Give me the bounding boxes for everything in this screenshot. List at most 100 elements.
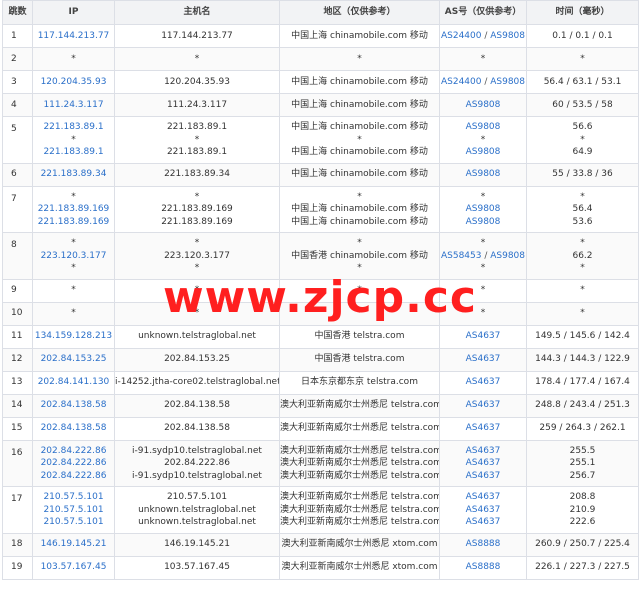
ip-cell: * — [32, 301, 115, 326]
table-row: 1 117.144.213.77 117.144.213.77 中国上海 chinam… — [2, 24, 639, 48]
region-text: 中国上海 chinamobile.com 移动 — [291, 147, 428, 157]
time-text: 0.1 / 0.1 / 0.1 — [552, 30, 613, 41]
as-link[interactable]: AS4637 — [466, 458, 501, 468]
as-link[interactable]: AS4637 — [466, 492, 501, 502]
hostname-cell: unknown.telstraglobal.net — [114, 324, 280, 349]
as-link[interactable]: AS9808 — [466, 169, 501, 179]
ip-link[interactable]: 221.183.89.34 — [34, 168, 114, 181]
ip-link[interactable]: 202.84.222.86 — [34, 470, 114, 483]
ip-link[interactable]: 117.144.213.77 — [34, 30, 114, 43]
hop-number: 1 — [2, 24, 33, 48]
as-link[interactable]: AS24400 — [441, 77, 482, 87]
as-line: AS9808 — [441, 203, 526, 216]
ip-link[interactable]: 202.84.222.86 — [34, 445, 114, 458]
as-link[interactable]: AS4637 — [466, 377, 501, 387]
ip-link[interactable]: 210.57.5.101 — [34, 516, 114, 529]
hostname-text: * — [194, 53, 200, 64]
as-link[interactable]: AS9808 — [490, 77, 525, 87]
as-link[interactable]: AS8888 — [466, 562, 501, 572]
as-cell: * — [439, 47, 527, 71]
as-link[interactable]: AS9808 — [466, 204, 501, 214]
ip-link[interactable]: 221.183.89.1 — [34, 121, 114, 134]
time-cell: * — [526, 278, 639, 303]
ip-text: * — [71, 53, 76, 64]
ip-link[interactable]: 134.159.128.213 — [34, 330, 114, 343]
ip-link[interactable]: 210.57.5.101 — [34, 504, 114, 517]
ip-link[interactable]: 210.57.5.101 — [34, 491, 114, 504]
hop-number: 18 — [2, 532, 33, 557]
as-line: * — [441, 262, 526, 275]
time-text: * — [580, 191, 585, 202]
as-line: AS24400 / AS9808 — [441, 76, 526, 89]
region-text: 中国香港 chinamobile.com 移动 — [291, 250, 428, 261]
ip-link[interactable]: 111.24.3.117 — [34, 99, 114, 112]
ip-link[interactable]: 221.183.89.1 — [34, 146, 114, 159]
ip-cell: * — [32, 47, 115, 71]
ip-link[interactable]: 202.84.153.25 — [34, 353, 114, 366]
hop-number: 11 — [2, 324, 33, 349]
hostname-text: 221.183.89.1 — [166, 122, 228, 132]
ip-cell: 134.159.128.213 — [32, 324, 115, 349]
ip-link[interactable]: 120.204.35.93 — [34, 76, 114, 89]
as-link[interactable]: AS9808 — [466, 100, 501, 110]
table-row: 15 202.84.138.58 202.84.138.58 澳大利亚新南威尔士州悉尼… — [2, 416, 639, 441]
as-link[interactable]: AS4637 — [466, 505, 501, 515]
table-header-row: 跳数 IP 主机名 地区（仅供参考） AS号（仅供参考） 时间（毫秒） — [2, 0, 639, 25]
as-link[interactable]: AS9808 — [490, 31, 525, 41]
region-cell: 中国上海 chinamobile.com 移动 — [279, 24, 440, 48]
hostname-cell: 103.57.167.45 — [114, 555, 280, 580]
as-link[interactable]: AS4637 — [466, 517, 501, 527]
hostname-text: 223.120.3.177 — [164, 250, 230, 261]
as-link[interactable]: AS4637 — [466, 471, 501, 481]
ip-link[interactable]: 221.183.89.169 — [34, 203, 114, 216]
ip-cell: 210.57.5.101 210.57.5.101 210.57.5.101 — [32, 486, 115, 534]
as-link[interactable]: AS9808 — [466, 147, 501, 157]
ip-link[interactable]: 202.84.222.86 — [34, 457, 114, 470]
ip-link[interactable]: 221.183.89.169 — [34, 216, 114, 229]
as-link[interactable]: AS4637 — [466, 400, 501, 410]
time-cell: * — [526, 301, 639, 326]
table-row: 10 * * * * * — [2, 301, 639, 326]
region-cell: * — [279, 278, 440, 303]
time-text: 210.9 — [569, 504, 596, 515]
region-cell: * 中国香港 chinamobile.com 移动 * — [279, 232, 440, 280]
ip-cell: * 221.183.89.169 221.183.89.169 — [32, 185, 115, 233]
as-cell: * — [439, 278, 527, 303]
hostname-text: 221.183.89.34 — [164, 169, 230, 180]
table-row: 12 202.84.153.25 202.84.153.25 中国香港 telstra… — [2, 347, 639, 372]
time-text: * — [580, 238, 585, 248]
as-link[interactable]: AS4637 — [466, 423, 501, 433]
as-link[interactable]: AS4637 — [466, 446, 501, 456]
hop-number: 2 — [2, 47, 33, 71]
time-text: 66.2 — [572, 250, 593, 261]
as-link[interactable]: AS9808 — [466, 217, 501, 227]
ip-link[interactable]: 202.84.138.58 — [34, 422, 114, 435]
region-cell: 澳大利亚新南威尔士州悉尼 telstra.com — [279, 416, 440, 441]
hostname-text: * — [194, 134, 200, 145]
ip-link[interactable]: 103.57.167.45 — [34, 561, 114, 574]
as-link[interactable]: AS24400 — [441, 31, 482, 41]
as-link[interactable]: AS8888 — [466, 539, 501, 549]
region-text: 中国香港 telstra.com — [314, 354, 405, 365]
as-link[interactable]: AS9808 — [466, 122, 501, 132]
hostname-cell: * 221.183.89.169 221.183.89.169 — [114, 185, 280, 233]
as-link[interactable]: AS9808 — [490, 251, 525, 261]
as-line: AS8888 — [441, 538, 526, 551]
hostname-text: unknown.telstraglobal.net — [138, 504, 256, 515]
hostname-cell: 202.84.138.58 — [114, 416, 280, 441]
as-text: * — [480, 134, 486, 145]
as-link[interactable]: AS4637 — [466, 354, 501, 364]
hostname-text: unknown.telstraglobal.net — [138, 517, 256, 527]
ip-link[interactable]: 223.120.3.177 — [34, 250, 114, 263]
region-text: 中国上海 chinamobile.com 移动 — [291, 122, 428, 132]
ip-link[interactable]: 202.84.141.130 — [34, 376, 114, 389]
region-text: 澳大利亚新南威尔士州悉尼 telstra.com — [280, 458, 440, 468]
as-link[interactable]: AS4637 — [466, 331, 501, 341]
time-cell: 178.4 / 177.4 / 167.4 — [526, 370, 639, 395]
ip-link[interactable]: 202.84.138.58 — [34, 399, 114, 412]
ip-cell: 202.84.138.58 — [32, 416, 115, 441]
header-time: 时间（毫秒） — [526, 0, 639, 25]
ip-cell: 202.84.138.58 — [32, 393, 115, 418]
ip-link[interactable]: 146.19.145.21 — [34, 538, 114, 551]
as-link[interactable]: AS58453 — [441, 251, 482, 261]
